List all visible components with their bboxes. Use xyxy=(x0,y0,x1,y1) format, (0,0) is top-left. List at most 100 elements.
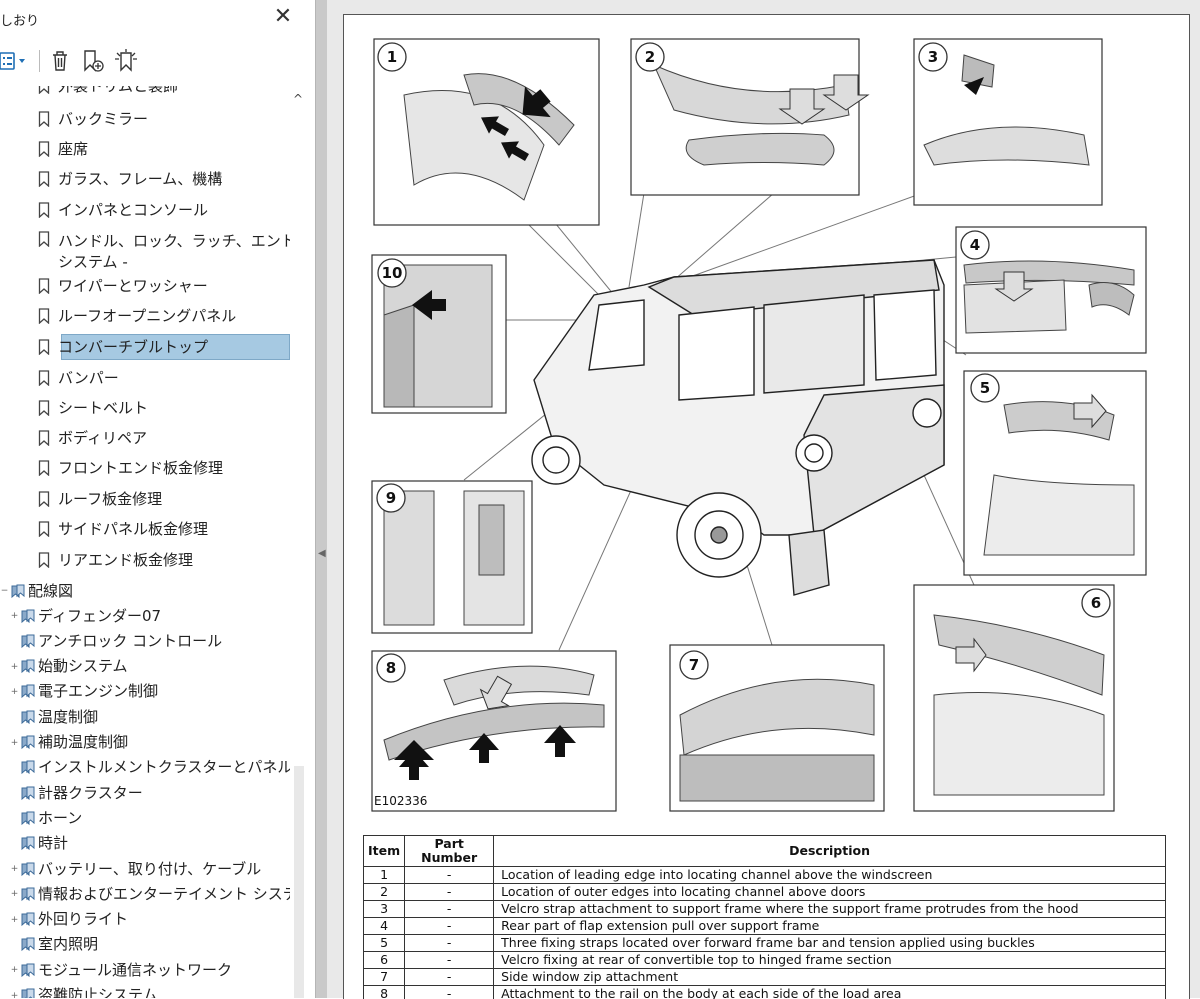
find-current-bookmark-icon[interactable] xyxy=(112,48,140,74)
wiring-bookmark-item[interactable]: +補助温度制御 xyxy=(10,731,128,755)
callout-6: 6 xyxy=(1091,594,1101,612)
item-cell: 7 xyxy=(364,969,405,986)
bookmark-section-wiring[interactable]: − 配線図 xyxy=(0,579,73,603)
bookmark-item[interactable]: ルーフオープニングパネル xyxy=(38,304,236,328)
bookmark-scrollbar[interactable]: ^ xyxy=(290,86,310,998)
parts-table: Item Part Number Description 1-Location … xyxy=(363,835,1166,999)
wiring-bookmark-item[interactable]: アンチロック コントロール xyxy=(10,629,222,653)
close-panel-button[interactable]: ✕ xyxy=(272,6,294,28)
expand-toggle-icon[interactable]: + xyxy=(10,738,19,748)
bookmark-label: ワイパーとワッシャー xyxy=(58,276,208,297)
bookmark-label: ディフェンダー07 xyxy=(38,606,161,627)
toolbar-separator xyxy=(39,50,40,72)
bookmark-label: 外装トリムと装飾 xyxy=(58,86,178,97)
wiring-bookmark-item[interactable]: インストルメントクラスターとパネル照明 xyxy=(10,756,290,780)
wiring-bookmark-item[interactable]: 温度制御 xyxy=(10,705,98,729)
bookmark-item[interactable]: サイドパネル板金修理 xyxy=(38,517,208,541)
bookmark-group-icon xyxy=(11,584,25,599)
wiring-bookmark-item[interactable]: + ディフェンダー07 xyxy=(10,604,161,628)
bookmark-item[interactable]: 座席 xyxy=(38,137,88,161)
bookmark-label: 室内照明 xyxy=(38,934,98,955)
bookmark-group-icon xyxy=(21,988,35,998)
wiring-bookmark-item[interactable]: +情報およびエンターテイメント システム xyxy=(10,882,290,906)
bookmark-label: ガラス、フレーム、機構 xyxy=(58,169,222,190)
wiring-bookmark-item[interactable]: +盗難防止システム xyxy=(10,984,158,999)
bookmark-label: 配線図 xyxy=(28,581,73,602)
list-options-icon[interactable] xyxy=(0,48,30,74)
wiring-bookmark-item[interactable]: +バッテリー、取り付け、ケーブル xyxy=(10,857,261,881)
bookmark-item[interactable]: ガラス、フレーム、機構 xyxy=(38,167,222,191)
bookmark-item[interactable]: シートベルト xyxy=(38,396,148,420)
wiring-bookmark-item[interactable]: +電子エンジン制御 xyxy=(10,680,158,704)
bookmark-icon xyxy=(38,308,50,324)
wiring-bookmark-item[interactable]: ホーン xyxy=(10,806,82,830)
bookmark-item[interactable]: リアエンド板金修理 xyxy=(38,548,193,572)
bookmark-label: 計器クラスター xyxy=(38,783,143,804)
description-cell: Attachment to the rail on the body at ea… xyxy=(494,986,1166,999)
bookmark-group-icon xyxy=(21,710,35,725)
description-cell: Three fixing straps located over forward… xyxy=(494,935,1166,952)
bookmark-item[interactable]: ボディリペア xyxy=(38,426,147,450)
bookmark-group-icon xyxy=(21,862,35,877)
bookmark-label: 外回りライト xyxy=(38,909,128,930)
bookmark-label: ルーフ板金修理 xyxy=(58,489,162,510)
bookmark-label: ハンドル、ロック、ラッチ、エントリーシステム - xyxy=(58,231,290,273)
part-number-cell: - xyxy=(405,986,494,999)
bookmark-item[interactable]: コンバーチブルトップ xyxy=(38,335,208,359)
item-cell: 2 xyxy=(364,884,405,901)
convertible-top-illustration: 1 2 3 4 5 6 7 8 9 10 xyxy=(344,15,1189,825)
bookmark-label: ホーン xyxy=(38,808,82,829)
wiring-bookmark-item[interactable]: 時計 xyxy=(10,832,68,856)
collapse-toggle-icon[interactable]: − xyxy=(0,586,9,596)
wiring-bookmark-item[interactable]: 室内照明 xyxy=(10,933,98,957)
vehicle-drawing xyxy=(534,260,944,535)
expand-toggle-icon[interactable]: + xyxy=(10,889,19,899)
bookmark-icon xyxy=(38,141,50,157)
expand-toggle-icon[interactable]: + xyxy=(10,687,19,697)
expand-toggle-icon[interactable]: + xyxy=(10,864,19,874)
bookmark-item[interactable]: ハンドル、ロック、ラッチ、エントリーシステム - xyxy=(38,228,290,274)
expand-toggle-icon[interactable]: + xyxy=(10,991,19,999)
expand-toggle-icon[interactable]: + xyxy=(10,965,19,975)
bookmark-label: コンバーチブルトップ xyxy=(58,337,208,358)
scrollbar-thumb[interactable] xyxy=(294,766,304,998)
bookmark-group-icon xyxy=(21,609,35,624)
bookmark-label: 座席 xyxy=(58,139,88,160)
item-cell: 3 xyxy=(364,901,405,918)
bookmark-label-line: システム - xyxy=(58,252,290,273)
bookmark-label: 始動システム xyxy=(38,656,128,677)
bookmark-item[interactable]: 外装トリムと装飾 xyxy=(38,86,178,98)
wiring-bookmark-item[interactable]: + 外回りライト xyxy=(10,908,128,932)
scroll-up-icon[interactable]: ^ xyxy=(293,92,303,106)
item-cell: 1 xyxy=(364,867,405,884)
callout-8: 8 xyxy=(386,659,396,677)
bookmark-group-icon xyxy=(21,760,35,775)
expand-toggle-icon[interactable]: + xyxy=(10,662,19,672)
bookmark-item[interactable]: フロントエンド板金修理 xyxy=(38,456,223,480)
part-number-cell: - xyxy=(405,867,494,884)
bookmark-item[interactable]: ワイパーとワッシャー xyxy=(38,274,208,298)
wiring-bookmark-item[interactable]: +モジュール通信ネットワーク xyxy=(10,958,232,982)
bookmark-item[interactable]: バンパー xyxy=(38,366,119,390)
bookmark-item[interactable]: バックミラー xyxy=(38,107,148,131)
expand-toggle-icon[interactable]: + xyxy=(10,611,19,621)
col-description: Description xyxy=(494,836,1166,867)
callout-7: 7 xyxy=(689,656,699,674)
expand-toggle-icon[interactable]: + xyxy=(10,915,19,925)
description-cell: Rear part of flap extension pull over su… xyxy=(494,918,1166,935)
new-bookmark-icon[interactable] xyxy=(80,48,106,74)
bookmark-item[interactable]: インパネとコンソール xyxy=(38,198,208,222)
bookmarks-panel: しおり ✕ xyxy=(0,0,315,998)
bookmark-group-icon xyxy=(21,659,35,674)
callout-4: 4 xyxy=(970,236,980,254)
panel-title: しおり xyxy=(0,10,39,29)
collapse-panel-icon[interactable]: ◀ xyxy=(318,548,326,559)
wiring-bookmark-item[interactable]: 計器クラスター xyxy=(10,781,143,805)
col-item: Item xyxy=(364,836,405,867)
wiring-bookmark-item[interactable]: + 始動システム xyxy=(10,655,128,679)
bookmark-group-icon xyxy=(21,684,35,699)
bookmark-item[interactable]: ルーフ板金修理 xyxy=(38,487,162,511)
bookmark-icon xyxy=(38,111,50,127)
callout-5: 5 xyxy=(980,379,990,397)
trash-icon[interactable] xyxy=(48,48,72,74)
